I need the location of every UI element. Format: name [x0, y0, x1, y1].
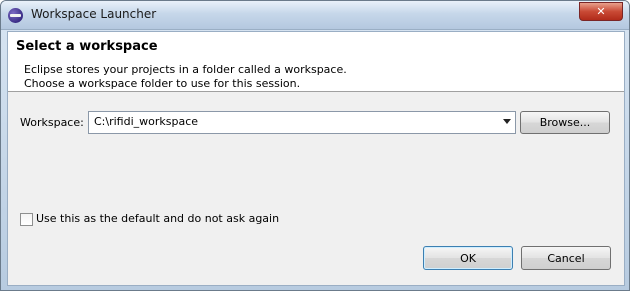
description-line-2: Choose a workspace folder to use for thi… [24, 77, 301, 90]
eclipse-app-icon [8, 8, 23, 23]
window-title: Workspace Launcher [31, 7, 157, 21]
dropdown-arrow-icon[interactable] [503, 119, 511, 124]
dialog-content: Select a workspace Eclipse stores your p… [7, 31, 625, 286]
workspace-combo[interactable]: C:\rifidi_workspace [88, 111, 516, 134]
description-line-1: Eclipse stores your projects in a folder… [24, 63, 347, 76]
dialog-header: Select a workspace Eclipse stores your p… [8, 32, 624, 92]
workspace-launcher-window: Workspace Launcher ✕ Select a workspace … [0, 0, 630, 291]
cancel-button[interactable]: Cancel [521, 246, 611, 270]
browse-button[interactable]: Browse... [520, 111, 610, 134]
ok-button[interactable]: OK [423, 246, 513, 270]
workspace-label: Workspace: [20, 116, 84, 129]
header-description: Eclipse stores your projects in a folder… [24, 63, 347, 91]
default-checkbox[interactable] [20, 213, 33, 226]
workspace-value[interactable]: C:\rifidi_workspace [94, 115, 198, 128]
title-bar[interactable]: Workspace Launcher ✕ [1, 1, 629, 30]
close-icon: ✕ [596, 5, 606, 18]
header-title: Select a workspace [16, 39, 158, 54]
default-checkbox-label[interactable]: Use this as the default and do not ask a… [36, 212, 279, 225]
close-button[interactable]: ✕ [579, 2, 623, 21]
